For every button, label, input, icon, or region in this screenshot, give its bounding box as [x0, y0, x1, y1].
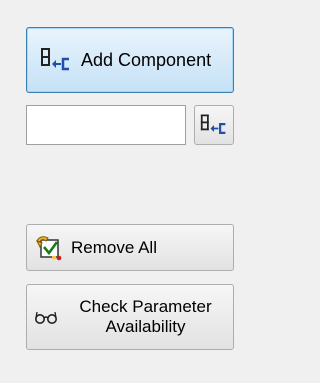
remove-all-button[interactable]: Remove All: [26, 224, 234, 271]
add-component-icon: [200, 113, 228, 137]
remove-all-icon: [35, 234, 65, 262]
add-component-label: Add Component: [81, 49, 212, 70]
component-panel: Add Component Remove All Check Parameter…: [0, 0, 246, 383]
component-input[interactable]: [26, 105, 186, 145]
remove-all-label: Remove All: [71, 237, 157, 257]
check-parameter-availability-label: Check Parameter Availability: [79, 297, 212, 336]
add-component-button[interactable]: Add Component: [26, 27, 234, 93]
add-component-icon: [40, 47, 72, 73]
check-parameter-availability-button[interactable]: Check Parameter Availability: [26, 284, 234, 350]
small-add-component-button[interactable]: [194, 105, 234, 145]
glasses-icon: [34, 309, 58, 325]
